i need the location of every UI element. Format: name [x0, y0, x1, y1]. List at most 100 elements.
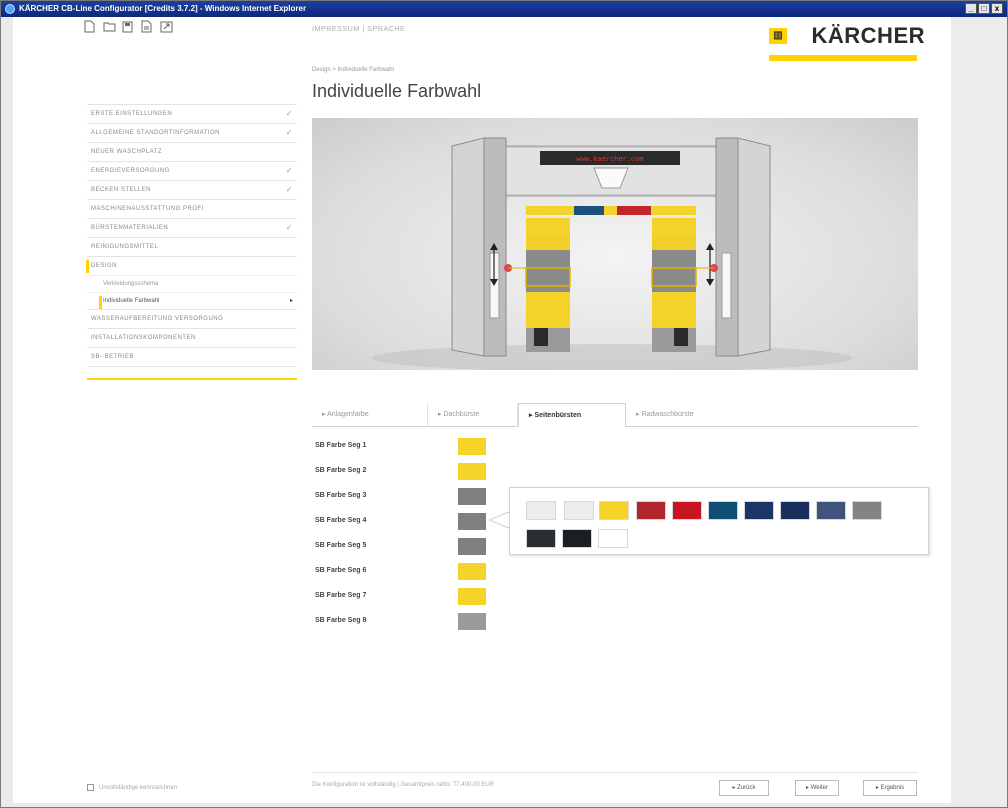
logo-text: KÄRCHER	[811, 23, 925, 48]
sidebar-item-energieversorgung[interactable]: ENERGIEVERSORGUNG ✓	[87, 161, 297, 180]
segment-row: SB Farbe Seg 5	[315, 537, 495, 562]
tab-radwaschbuerste[interactable]: ▸ Radwaschbürste	[626, 403, 746, 427]
new-document-icon[interactable]	[84, 20, 95, 33]
page-title: Individuelle Farbwahl	[312, 81, 482, 101]
palette-color-swatch[interactable]	[598, 529, 628, 548]
palette-color-swatch[interactable]	[672, 501, 702, 520]
sidebar-item-label: MASCHINENAUSSTATTUNG PROFI	[91, 206, 204, 212]
color-palette-popup	[509, 487, 929, 555]
close-button[interactable]: x	[991, 3, 1003, 14]
sidebar-bottom-rule	[87, 366, 297, 380]
segment-label: SB Farbe Seg 7	[315, 592, 367, 599]
segment-row: SB Farbe Seg 3	[315, 487, 495, 512]
sidebar-item-standortinformation[interactable]: ALLGEMEINE STANDORTINFORMATION ✓	[87, 123, 297, 142]
sidebar-item-label: DESIGN	[91, 263, 118, 269]
sidebar-item-maschinenausstattung[interactable]: MASCHINENAUSSTATTUNG PROFI	[87, 199, 297, 218]
check-icon: ✓	[285, 166, 293, 175]
sidebar-item-erste-einstellungen[interactable]: ERSTE EINSTELLUNGEN ✓	[87, 104, 297, 123]
palette-color-swatch[interactable]	[526, 529, 556, 548]
segment-label: SB Farbe Seg 6	[315, 567, 367, 574]
sidebar-item-installationskomponenten[interactable]: INSTALLATIONSKOMPONENTEN	[87, 328, 297, 347]
segment-color-swatch[interactable]	[458, 538, 486, 555]
palette-color-swatch[interactable]	[852, 501, 882, 520]
sidebar-item-reinigungsmittel[interactable]: REINIGUNGSMITTEL	[87, 237, 297, 256]
segment-label: SB Farbe Seg 4	[315, 517, 367, 524]
sidebar-item-label: NEUER WASCHPLATZ	[91, 149, 163, 155]
sidebar-item-label: BÜRSTENMATERIALIEN	[91, 225, 169, 231]
browser-window: KÄRCHER CB-Line Configurator [Credits 3.…	[0, 0, 1008, 808]
segment-color-swatch[interactable]	[458, 438, 486, 455]
segment-color-swatch-active[interactable]	[458, 513, 486, 530]
segment-label: SB Farbe Seg 8	[315, 617, 367, 624]
segment-row: SB Farbe Seg 8	[315, 612, 495, 637]
segment-color-swatch[interactable]	[458, 488, 486, 505]
sidebar-item-label: SB- BETRIEB	[91, 354, 134, 360]
segment-label: SB Farbe Seg 5	[315, 542, 367, 549]
palette-color-swatch[interactable]	[599, 501, 629, 520]
palette-color-swatch[interactable]	[562, 529, 592, 548]
minimize-button[interactable]: _	[965, 3, 977, 14]
incomplete-checkbox[interactable]	[87, 784, 94, 791]
save-icon[interactable]	[122, 20, 133, 33]
sidebar-item-design[interactable]: DESIGN	[86, 256, 297, 275]
sidebar-item-becken-stellen[interactable]: BECKEN STELLEN ✓	[87, 180, 297, 199]
export-icon[interactable]	[160, 20, 173, 33]
palette-color-swatch[interactable]	[526, 501, 556, 520]
palette-color-swatch[interactable]	[744, 501, 774, 520]
check-icon: ✓	[285, 128, 293, 137]
window-title: KÄRCHER CB-Line Configurator [Credits 3.…	[19, 4, 307, 13]
sidebar-item-label: ERSTE EINSTELLUNGEN	[91, 111, 173, 117]
window-controls: _ □ x	[965, 3, 1003, 14]
check-icon: ✓	[285, 223, 293, 232]
segment-row: SB Farbe Seg 6	[315, 562, 495, 587]
sidebar-subitem-individuelle-farbwahl[interactable]: Individuelle Farbwahl ▸	[87, 292, 297, 309]
sidebar-item-buerstenmaterialien[interactable]: BÜRSTENMATERIALIEN ✓	[87, 218, 297, 237]
car-wash-preview: www.kaercher.com	[312, 118, 918, 370]
footer-status-text: Die Konfiguration ist vollständig | Gesa…	[312, 782, 494, 788]
palette-color-swatch[interactable]	[780, 501, 810, 520]
kaercher-logo: ▥ KÄRCHER	[769, 21, 929, 73]
segment-color-swatch[interactable]	[458, 588, 486, 605]
check-icon: ✓	[285, 109, 293, 118]
car-wash-machine-illustration: www.kaercher.com	[372, 137, 852, 370]
palette-color-swatch[interactable]	[708, 501, 738, 520]
sidebar-item-label: INSTALLATIONSKOMPONENTEN	[91, 335, 196, 341]
brush-tabs: ▸ Anlagenfarbe ▸ Dachbürste ▸ Seitenbürs…	[312, 403, 918, 427]
segment-label: SB Farbe Seg 1	[315, 442, 367, 449]
tab-dachbuerste[interactable]: ▸ Dachbürste	[428, 403, 518, 427]
result-button[interactable]: ▸ Ergebnis	[863, 780, 917, 796]
palette-color-swatch[interactable]	[636, 501, 666, 520]
top-links[interactable]: IMPRESSUM | SPRACHE	[312, 26, 405, 33]
segment-color-swatch[interactable]	[458, 563, 486, 580]
browser-side-area	[951, 17, 1007, 803]
active-section-marker	[86, 260, 89, 273]
palette-color-swatch[interactable]	[564, 501, 594, 520]
sidebar-item-neuer-waschplatz[interactable]: NEUER WASCHPLATZ	[87, 142, 297, 161]
sidebar-subitem-verkleidungsschema[interactable]: Verkleidungsschema	[87, 275, 297, 292]
kaercher-logo-icon: ▥	[769, 28, 787, 44]
segment-color-swatch[interactable]	[458, 463, 486, 480]
sidebar-item-label: BECKEN STELLEN	[91, 187, 152, 193]
incomplete-checkbox-row[interactable]: Unvollständige kennzeichnen	[87, 784, 177, 791]
sidebar-item-sb-betrieb[interactable]: SB- BETRIEB	[87, 347, 297, 366]
next-button[interactable]: ▸ Weiter	[795, 780, 839, 796]
maximize-button[interactable]: □	[978, 3, 990, 14]
print-icon[interactable]	[141, 20, 152, 33]
internet-explorer-icon	[5, 4, 15, 14]
palette-color-swatch[interactable]	[816, 501, 846, 520]
back-button[interactable]: ▸ Zurück	[719, 780, 769, 796]
open-folder-icon[interactable]	[103, 20, 116, 33]
segment-color-swatch[interactable]	[458, 613, 486, 630]
active-subitem-marker	[99, 296, 102, 309]
sidebar-item-wasseraufbereitung[interactable]: WASSERAUFBEREITUNG VERSORGUNG	[87, 309, 297, 328]
file-toolbar	[84, 20, 173, 33]
current-indicator-arrow-icon: ▸	[289, 298, 293, 304]
logo-accent-bar	[769, 55, 917, 61]
tab-anlagenfarbe[interactable]: ▸ Anlagenfarbe	[312, 403, 428, 427]
breadcrumb[interactable]: Design > Individuelle Farbwahl	[312, 67, 394, 73]
segment-row: SB Farbe Seg 1	[315, 437, 495, 462]
tab-seitenbuersten[interactable]: ▸ Seitenbürsten	[518, 403, 626, 427]
machine-display-text: www.kaercher.com	[576, 156, 643, 164]
footer-divider	[312, 772, 918, 773]
sidebar-navigation: ERSTE EINSTELLUNGEN ✓ ALLGEMEINE STANDORT…	[86, 104, 297, 380]
